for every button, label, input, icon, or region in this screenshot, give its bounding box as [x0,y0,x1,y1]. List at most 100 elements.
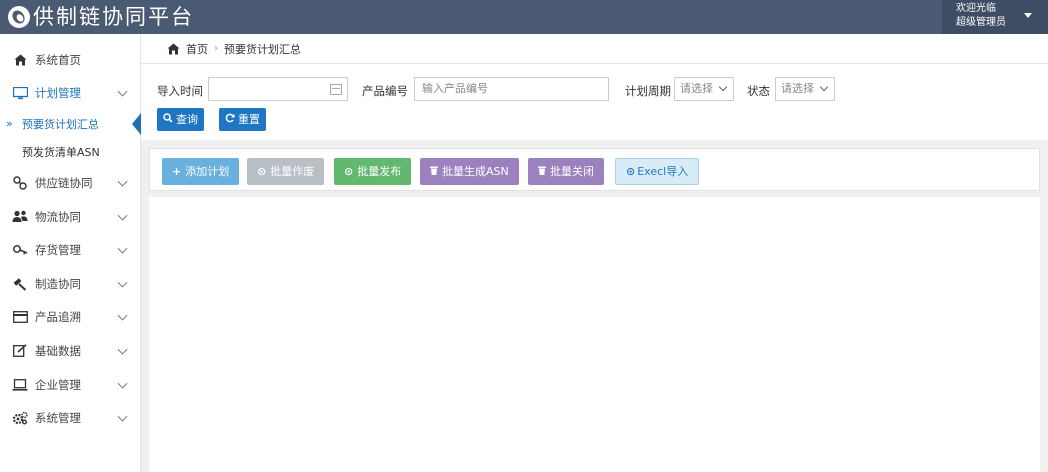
chevron-down-icon[interactable] [117,344,128,355]
product-code-placeholder: 输入产品编号 [422,82,488,95]
plan-period-select[interactable]: 请选择 [674,77,734,101]
trash-icon [430,158,438,185]
sidebar-subitem-label: 预要货计划汇总 [22,118,99,132]
home-icon [12,53,28,67]
bullet-icon: » [6,117,13,131]
sidebar-item-system[interactable]: 系统管理 [0,401,140,435]
card-icon [12,310,28,324]
breadcrumb-current: 预要货计划汇总 [224,42,301,56]
add-plan-label: 添加计划 [185,165,230,178]
user-greeting: 欢迎光临 [956,3,996,14]
search-icon [163,108,173,131]
reset-button-label: 重置 [238,113,260,126]
sidebar-subitem-plan-summary[interactable]: » 预要货计划汇总 [0,110,141,139]
sidebar-item-label: 计划管理 [35,86,81,101]
gears-icon [12,411,28,425]
app-title: 供制链协同平台 [33,5,194,29]
breadcrumb-separator-icon: › [214,43,218,54]
sidebar-item-label: 物流协同 [35,209,81,224]
batch-generate-asn-button[interactable]: 批量生成ASN [420,158,519,185]
caret-down-icon[interactable] [1024,13,1032,18]
sidebar-item-label: 系统首页 [35,52,81,67]
sidebar-item-logistics[interactable]: 物流协同 [0,200,140,234]
sidebar-item-label: 基础数据 [35,343,81,358]
edit-icon [12,344,28,358]
filter-panel: 导入时间 产品编号 输入产品编号 计划周期 请选择 状态 请选择 查询 重置 [141,64,1048,140]
reset-button[interactable]: 重置 [219,108,266,131]
status-label: 状态 [747,84,770,98]
monitor-icon [12,86,28,100]
product-code-input[interactable]: 输入产品编号 [414,77,609,101]
plan-period-label: 计划周期 [625,84,671,98]
batch-close-label: 批量关闭 [550,165,594,178]
chevron-down-icon[interactable] [117,176,128,187]
laptop-icon [12,378,28,392]
key-icon [12,243,28,257]
batch-void-button[interactable]: ⊙ 批量作废 [247,158,325,185]
circle-check-icon: ⊙ [344,165,354,178]
batch-void-label: 批量作废 [270,165,315,178]
data-table-area [149,197,1040,472]
calendar-icon[interactable] [330,84,342,95]
excel-import-button[interactable]: ⊙ Execl导入 [615,158,700,185]
batch-generate-asn-label: 批量生成ASN [442,165,509,178]
sidebar-item-home[interactable]: 系统首页 [0,43,140,77]
plus-icon: + [172,165,182,178]
import-time-input[interactable] [208,77,348,101]
plan-period-value: 请选择 [680,82,713,95]
sidebar-item-label: 系统管理 [35,411,81,426]
action-toolbar: + 添加计划 ⊙ 批量作废 ⊙ 批量发布 批量生成ASN 批量关闭 ⊙ Exec… [149,148,1040,191]
sidebar-item-label: 制造协同 [35,276,81,291]
link-icon [12,176,28,190]
main-content: 首页 › 预要货计划汇总 导入时间 产品编号 输入产品编号 计划周期 请选择 状… [141,34,1048,472]
sidebar-item-enterprise[interactable]: 企业管理 [0,368,140,402]
chevron-down-icon [718,82,728,92]
chevron-down-icon[interactable] [117,411,128,422]
chevron-down-icon [819,82,829,92]
sidebar-subitem-asn-list[interactable]: 预发货清单ASN [0,138,140,166]
top-header: 供制链协同平台 欢迎光临 超级管理员 [0,0,1048,34]
sidebar-item-plan-management[interactable]: 计划管理 [0,77,140,111]
sidebar-item-label: 存货管理 [35,243,81,258]
trash-icon [538,158,546,185]
upload-icon: ⊙ [626,165,636,178]
hammer-icon [12,277,28,291]
query-button[interactable]: 查询 [157,108,204,131]
logo-mark-icon [8,6,30,28]
sidebar-item-supply-chain[interactable]: 供应链协同 [0,166,140,200]
status-value: 请选择 [781,82,814,95]
sidebar-item-traceability[interactable]: 产品追溯 [0,301,140,335]
chevron-down-icon[interactable] [117,378,128,389]
user-menu[interactable]: 欢迎光临 超级管理员 [942,0,1048,34]
refresh-icon [225,108,235,131]
chevron-down-icon[interactable] [117,277,128,288]
batch-publish-label: 批量发布 [357,165,402,178]
breadcrumb: 首页 › 预要货计划汇总 [141,34,1048,64]
add-plan-button[interactable]: + 添加计划 [162,158,240,185]
import-time-label: 导入时间 [157,84,203,98]
sidebar-subitem-label: 预发货清单ASN [22,146,100,160]
chevron-down-icon[interactable] [117,243,128,254]
sidebar-item-base-data[interactable]: 基础数据 [0,334,140,368]
batch-publish-button[interactable]: ⊙ 批量发布 [334,158,412,185]
app-logo: 供制链协同平台 [8,4,194,30]
status-select[interactable]: 请选择 [775,77,835,101]
breadcrumb-home[interactable]: 首页 [186,41,208,57]
users-icon [12,210,28,224]
home-icon[interactable] [167,43,180,55]
excel-import-label: Execl导入 [637,165,689,178]
active-indicator-icon [132,113,141,136]
user-role: 超级管理员 [956,17,1006,28]
sidebar-item-label: 企业管理 [35,377,81,392]
sidebar: 系统首页 计划管理 » 预要货计划汇总 预发货清单ASN 供应链协同 物流协同 … [0,34,141,472]
batch-close-button[interactable]: 批量关闭 [528,158,604,185]
sidebar-item-label: 产品追溯 [35,310,81,325]
chevron-down-icon[interactable] [117,210,128,221]
sidebar-item-inventory[interactable]: 存货管理 [0,233,140,267]
chevron-down-icon[interactable] [117,311,128,321]
product-code-label: 产品编号 [362,84,408,98]
chevron-down-icon[interactable] [117,87,128,97]
circle-x-icon: ⊙ [257,165,267,178]
sidebar-item-manufacturing[interactable]: 制造协同 [0,267,140,301]
query-button-label: 查询 [176,113,198,126]
